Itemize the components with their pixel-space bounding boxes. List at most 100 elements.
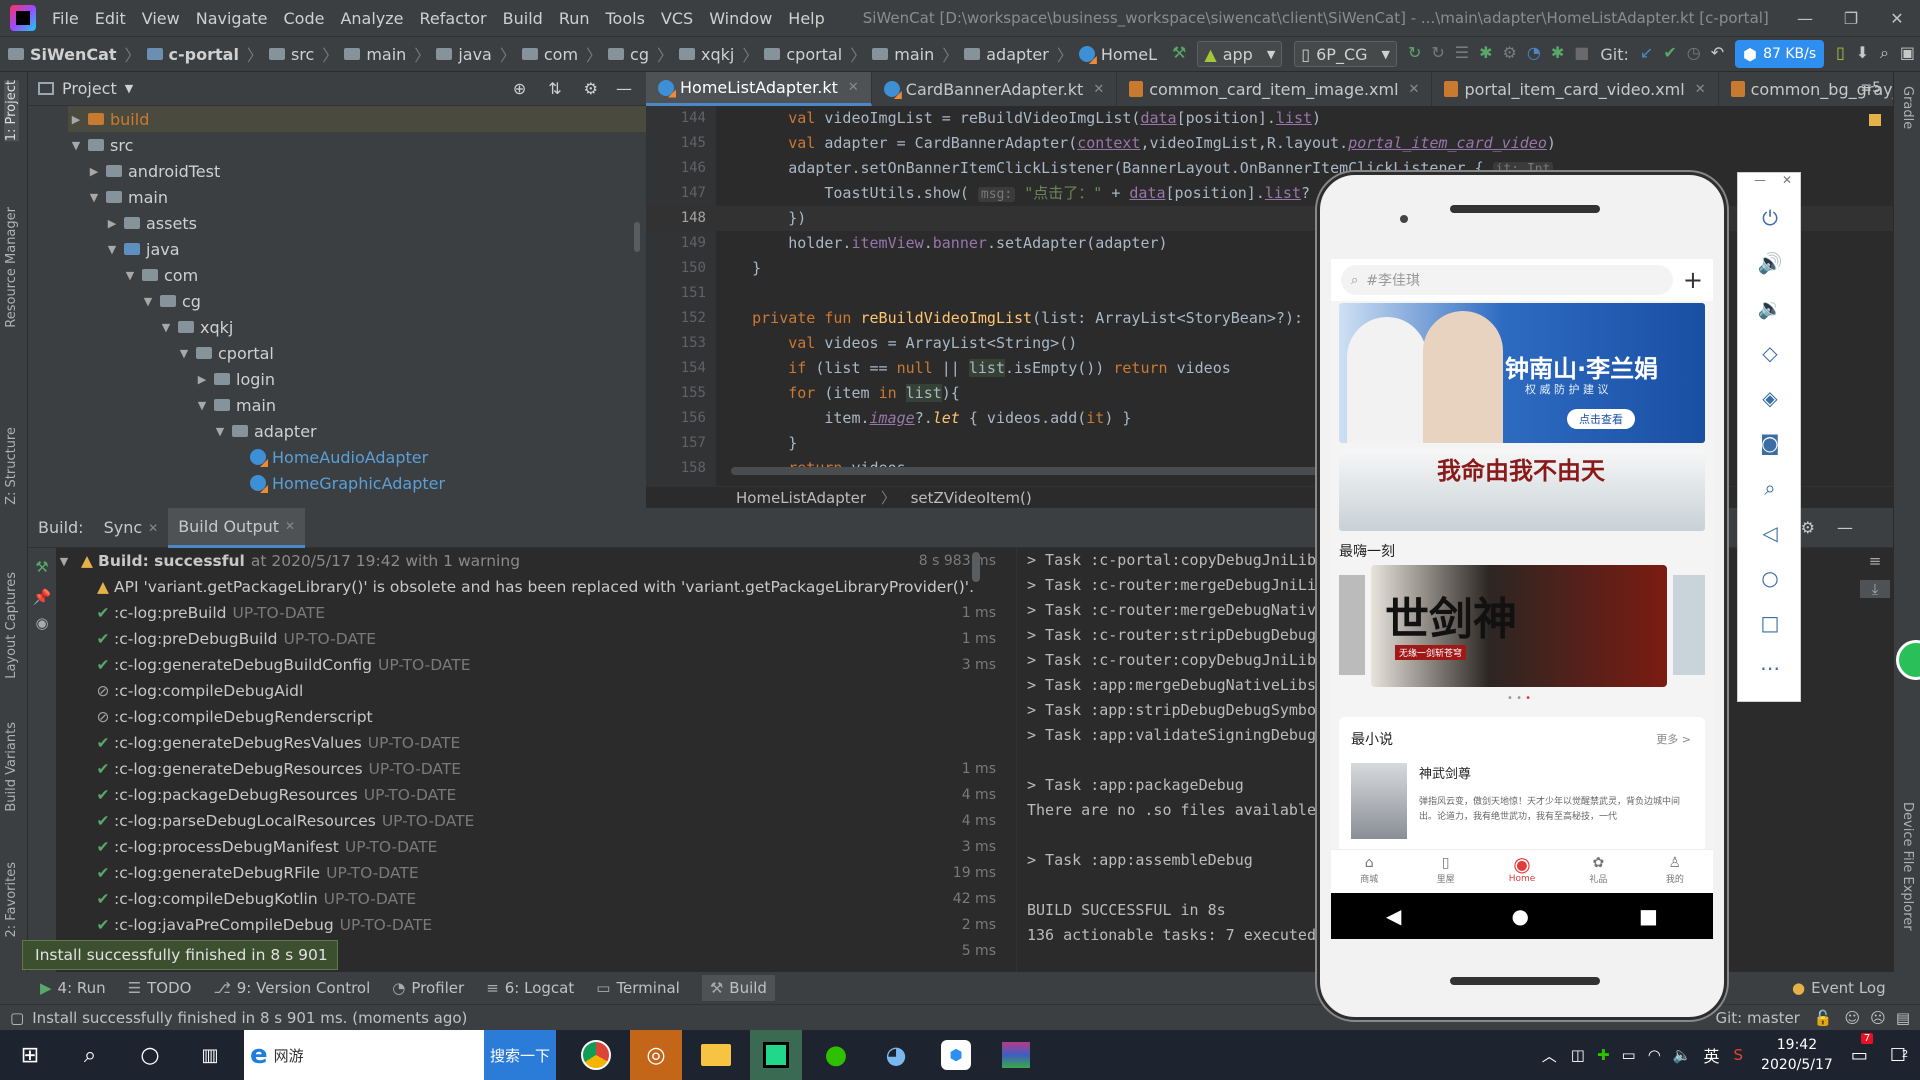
build-task-row[interactable]: ✔:c-log:generateDebugBuildConfig UP-TO-DA… (56, 652, 1016, 678)
tree-item[interactable]: ▼ cportal (68, 340, 646, 366)
tree-item[interactable]: ▼ src (68, 132, 646, 158)
menu-analyze[interactable]: Analyze (332, 9, 411, 28)
gear-icon[interactable]: ⚙ (584, 79, 598, 98)
task-view-icon[interactable]: ▥ (184, 1030, 236, 1080)
build-task-row[interactable]: ✔:c-log:generateDebugResValues UP-TO-DATE (56, 730, 1016, 756)
chevron-right-icon[interactable]: ▶ (104, 217, 120, 230)
scroll-to-end-icon[interactable]: ⤓ (1860, 580, 1890, 598)
git-history-icon[interactable]: ◷ (1687, 43, 1701, 65)
menu-edit[interactable]: Edit (87, 9, 134, 28)
windows-start-icon[interactable]: ⊞ (4, 1030, 56, 1080)
menu-file[interactable]: File (44, 9, 87, 28)
menu-tools[interactable]: Tools (598, 9, 653, 28)
carousel-main-card[interactable]: 世剑神 无缘一剑斩苍穹 (1371, 565, 1667, 687)
memory-icon[interactable]: ▤ (1896, 1009, 1910, 1027)
more-link[interactable]: 更多 > (1656, 731, 1691, 747)
smile-icon[interactable]: ☺ (1845, 1009, 1861, 1027)
hide-icon[interactable]: — (1837, 518, 1853, 537)
editor-tab[interactable]: portal_item_card_video.xml ✕ (1432, 72, 1719, 106)
tree-item[interactable]: ▼ main (68, 392, 646, 418)
tree-item[interactable]: ▼ java (68, 236, 646, 262)
tray-red-app-icon[interactable]: S (1734, 1046, 1744, 1064)
minimize-icon[interactable]: — (1782, 9, 1828, 28)
novel-title[interactable]: 神武剑尊 (1419, 763, 1471, 782)
close-icon[interactable]: ✕ (848, 80, 859, 95)
tool-gradle-label[interactable]: Gradle (1900, 86, 1915, 129)
build-task-row[interactable]: ✔:c-log:processDebugManifest UP-TO-DATE 3 … (56, 834, 1016, 860)
tree-item[interactable]: ▼ main (68, 184, 646, 210)
build-task-row[interactable]: ✔:c-log:packageDebugResources UP-TO-DATE 4… (56, 782, 1016, 808)
status-toggle-icon[interactable]: ▢ (10, 1009, 24, 1027)
project-scrollbar[interactable] (634, 222, 640, 252)
close-icon[interactable]: ✕ (1409, 82, 1420, 97)
nav-profile[interactable]: ♙ 我的 (1637, 850, 1713, 893)
menu-navigate[interactable]: Navigate (188, 9, 276, 28)
menu-refactor[interactable]: Refactor (412, 9, 495, 28)
build-task-row[interactable]: ✔:c-log:preDebugBuild UP-TO-DATE 1 ms (56, 626, 1016, 652)
wifi-icon[interactable]: ◠ (1648, 1046, 1661, 1064)
build-task-row[interactable]: ✔:c-log:parseDebugLocalResources UP-TO-DA… (56, 808, 1016, 834)
browser-search-input[interactable]: 网游 (274, 1045, 304, 1066)
profile-icon[interactable]: ⚙ (1503, 43, 1517, 65)
tree-item[interactable]: HomeAudioAdapter (68, 444, 646, 470)
ime-indicator[interactable]: 英 (1704, 1043, 1720, 1067)
nav-home[interactable]: ◉ Home (1484, 850, 1560, 893)
tree-item[interactable]: ▼ cg (68, 288, 646, 314)
sdk-manager-icon[interactable]: ⬇ (1856, 43, 1869, 65)
emulator-close-icon[interactable]: ✕ (1782, 173, 1792, 195)
build-tree-scrollbar[interactable] (972, 552, 980, 582)
add-icon[interactable]: + (1683, 266, 1703, 294)
tool-structure-label[interactable]: Z: Structure (4, 427, 19, 505)
rotate-left-icon[interactable]: ◇ (1738, 330, 1802, 375)
tool-device-file-explorer-label[interactable]: Device File Explorer (1900, 802, 1915, 931)
home-circle-icon[interactable]: ○ (1738, 555, 1802, 600)
baidu-netdisk-icon[interactable]: ⬢ (930, 1030, 982, 1080)
chevron-down-icon[interactable]: ▼ (194, 399, 210, 412)
tree-item[interactable]: ▼ com (68, 262, 646, 288)
menu-build[interactable]: Build (495, 9, 551, 28)
breadcrumb-item[interactable]: src (268, 45, 314, 64)
back-icon[interactable]: ◁ (1738, 510, 1802, 555)
run-config-select[interactable]: ▲ app ▼ (1197, 41, 1283, 67)
tree-item[interactable]: ▶ login (68, 366, 646, 392)
editor-breadcrumb-class[interactable]: HomeListAdapter (736, 489, 866, 507)
eye-icon[interactable]: ◉ (28, 614, 56, 632)
editor-tab[interactable]: HomeListAdapter.kt ✕ (646, 72, 872, 106)
stop-icon[interactable]: ■ (1574, 43, 1589, 65)
nav-room[interactable]: ▯ 里屋 (1407, 850, 1483, 893)
tabs-overflow-button[interactable]: ≡5 (1860, 80, 1881, 96)
chevron-down-icon[interactable]: ▼ (86, 191, 102, 204)
carousel-next-card[interactable] (1673, 575, 1705, 675)
volume-down-icon[interactable]: 🔉 (1738, 285, 1802, 330)
search-icon[interactable]: ⌕ (1879, 43, 1890, 65)
soft-wrap-icon[interactable]: ≡ (1860, 552, 1890, 570)
breadcrumb-item[interactable]: java (436, 45, 492, 64)
run-icon[interactable]: ☰ (1455, 43, 1469, 65)
tool-run-button[interactable]: ▶ 4: Run (40, 979, 106, 997)
user-icon[interactable]: ▣ (1900, 43, 1915, 65)
event-log-button[interactable]: ● Event Log (1792, 979, 1886, 997)
search-icon[interactable]: ⌕ (64, 1030, 116, 1080)
network-speed-widget[interactable]: ⬢ 87 KB/s (1735, 40, 1825, 68)
device-select[interactable]: ▯ 6P_CG ▼ (1294, 41, 1397, 67)
menu-run[interactable]: Run (551, 9, 598, 28)
build-task-row[interactable]: ✔:c-log:javaPreCompileDebug UP-TO-DATE 2 m… (56, 912, 1016, 938)
editor-tab[interactable]: CardBannerAdapter.kt ✕ (872, 72, 1118, 106)
breadcrumb-item[interactable]: HomeL (1078, 45, 1157, 64)
menu-window[interactable]: Window (701, 9, 780, 28)
more-icon[interactable]: ⋯ (1738, 645, 1802, 690)
tool-favorites-label[interactable]: 2: Favorites (4, 862, 19, 938)
volume-up-icon[interactable]: 🔊 (1738, 240, 1802, 285)
paint-icon[interactable]: ◕ (870, 1030, 922, 1080)
close-icon[interactable]: ✕ (1695, 82, 1706, 97)
chevron-right-icon[interactable]: ▶ (86, 165, 102, 178)
breadcrumb-item[interactable]: SiWenCat (8, 45, 117, 64)
back-icon[interactable]: ◀ (1386, 904, 1401, 928)
banner-button[interactable]: 点击查看 (1567, 409, 1635, 429)
banner-ink[interactable]: 我命由我不由天 (1339, 449, 1705, 531)
tool-build-variants-label[interactable]: Build Variants (4, 722, 19, 812)
nav-shop[interactable]: ⌂ 商城 (1331, 850, 1407, 893)
volume-icon[interactable]: 🔈 (1673, 1046, 1692, 1064)
pin-icon[interactable]: 📌 (28, 588, 56, 606)
breadcrumb-item[interactable]: c-portal (146, 45, 239, 64)
